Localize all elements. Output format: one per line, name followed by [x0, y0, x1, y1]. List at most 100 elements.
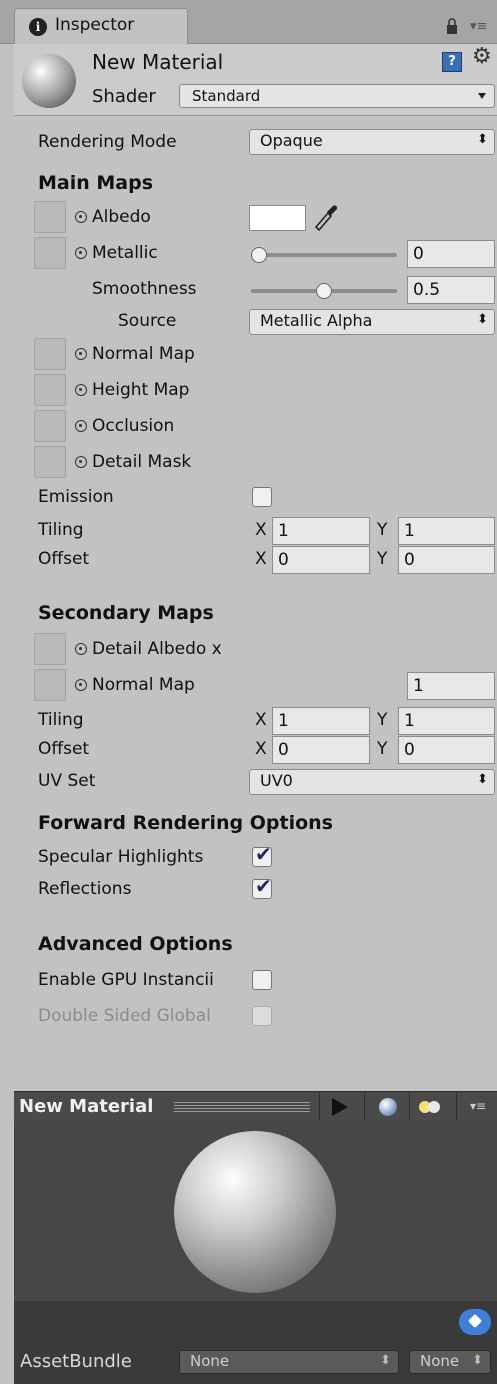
preview-sphere: [174, 1131, 336, 1293]
object-picker-icon[interactable]: [75, 211, 87, 223]
secondary-offset-y-field[interactable]: 0: [398, 736, 495, 764]
material-preview[interactable]: [14, 1121, 497, 1301]
tab-menu-icon[interactable]: ▾≡: [470, 20, 487, 33]
secondary-tiling-label: Tiling: [38, 710, 84, 730]
secondary-normal-map-label: Normal Map: [92, 675, 195, 695]
specular-highlights-checkbox[interactable]: ✔: [252, 844, 272, 867]
offset-y-field[interactable]: 0: [398, 546, 495, 574]
tag-icon[interactable]: [459, 1309, 491, 1335]
object-picker-icon[interactable]: [75, 247, 87, 259]
updown-icon: ⬍: [472, 1353, 483, 1368]
asset-bundle-value: None: [190, 1352, 230, 1370]
secondary-maps-title: Secondary Maps: [38, 602, 214, 624]
lock-icon[interactable]: [446, 17, 458, 35]
object-picker-icon[interactable]: [75, 456, 87, 468]
double-sided-gi-label: Double Sided Global: [38, 1006, 211, 1026]
uv-set-value: UV0: [260, 771, 293, 790]
double-sided-gi-checkbox: [252, 1006, 272, 1026]
smoothness-field[interactable]: 0.5: [407, 276, 495, 304]
smoothness-slider-handle[interactable]: [316, 283, 332, 299]
updown-icon: ⬍: [477, 772, 488, 787]
offset-y-label: Y: [377, 549, 388, 569]
asset-bundle-variant-value: None: [420, 1352, 460, 1370]
material-name: New Material: [92, 50, 224, 74]
asset-bundle-dropdown[interactable]: None ⬍: [179, 1350, 399, 1374]
info-icon: i: [29, 18, 47, 36]
divider: [319, 1092, 320, 1122]
tab-label: Inspector: [55, 15, 135, 35]
chevron-down-icon: [478, 93, 486, 99]
rendering-mode-value: Opaque: [260, 131, 323, 150]
detail-mask-texture-slot[interactable]: [34, 446, 66, 478]
occlusion-texture-slot[interactable]: [34, 410, 66, 442]
offset-x-field[interactable]: 0: [272, 546, 370, 574]
gpu-instancing-checkbox[interactable]: [252, 970, 272, 990]
light-icon[interactable]: [418, 1100, 442, 1114]
shader-value: Standard: [192, 87, 261, 105]
tiling-y-label: Y: [377, 520, 388, 540]
forward-rendering-title: Forward Rendering Options: [38, 812, 333, 834]
metallic-slider-handle[interactable]: [251, 247, 267, 263]
normal-map-texture-slot[interactable]: [34, 338, 66, 370]
shader-label: Shader: [92, 86, 156, 107]
albedo-color-swatch[interactable]: [249, 205, 306, 231]
object-picker-icon[interactable]: [75, 679, 87, 691]
material-thumbnail: [22, 54, 76, 108]
help-icon[interactable]: ?: [442, 52, 462, 72]
material-header: New Material ? ⚙ Shader Standard: [14, 44, 497, 116]
secondary-tiling-y-value: 1: [404, 711, 415, 731]
rendering-mode-dropdown[interactable]: Opaque ⬍: [249, 129, 495, 155]
tab-inspector[interactable]: i Inspector: [14, 8, 188, 44]
updown-icon: ⬍: [477, 132, 488, 147]
preview-menu-icon[interactable]: ▾≡: [470, 1100, 486, 1112]
tiling-x-field[interactable]: 1: [272, 517, 370, 545]
secondary-normal-scale-value: 1: [413, 676, 424, 696]
object-picker-icon[interactable]: [75, 643, 87, 655]
tiling-y-field[interactable]: 1: [398, 517, 495, 545]
source-value: Metallic Alpha: [260, 311, 373, 330]
object-picker-icon[interactable]: [75, 384, 87, 396]
gear-icon[interactable]: ⚙: [472, 46, 492, 68]
height-map-texture-slot[interactable]: [34, 374, 66, 406]
secondary-tiling-x-value: 1: [278, 711, 289, 731]
divider: [364, 1092, 365, 1122]
uv-set-dropdown[interactable]: UV0 ⬍: [249, 769, 495, 795]
eyedropper-icon[interactable]: [312, 203, 338, 231]
height-map-label: Height Map: [92, 380, 190, 400]
tab-bar: i Inspector ▾≡: [0, 0, 497, 44]
divider: [456, 1092, 457, 1122]
tiling-x-label: X: [255, 520, 267, 540]
secondary-offset-label: Offset: [38, 739, 90, 759]
metallic-field[interactable]: 0: [407, 240, 495, 268]
object-picker-icon[interactable]: [75, 420, 87, 432]
metallic-label: Metallic: [92, 243, 158, 263]
secondary-offset-x-field[interactable]: 0: [272, 736, 370, 764]
secondary-offset-x-label: X: [255, 739, 267, 759]
specular-highlights-label: Specular Highlights: [38, 847, 204, 867]
asset-bundle-bar: AssetBundle None ⬍ None ⬍: [14, 1301, 497, 1384]
offset-x-value: 0: [278, 550, 289, 570]
play-icon[interactable]: [332, 1098, 348, 1116]
secondary-tiling-x-label: X: [255, 710, 267, 730]
sphere-icon[interactable]: [379, 1098, 397, 1116]
secondary-normal-map-texture-slot[interactable]: [34, 669, 66, 701]
detail-albedo-texture-slot[interactable]: [34, 633, 66, 665]
source-dropdown[interactable]: Metallic Alpha ⬍: [249, 309, 495, 335]
secondary-tiling-x-field[interactable]: 1: [272, 707, 370, 735]
object-picker-icon[interactable]: [75, 348, 87, 360]
smoothness-label: Smoothness: [92, 279, 197, 299]
emission-checkbox[interactable]: [252, 487, 272, 507]
preview-resize-grip[interactable]: [174, 1102, 310, 1112]
secondary-normal-scale-field[interactable]: 1: [407, 672, 495, 700]
shader-dropdown[interactable]: Standard: [179, 84, 495, 108]
secondary-tiling-y-label: Y: [377, 710, 388, 730]
tiling-label: Tiling: [38, 520, 84, 540]
secondary-tiling-y-field[interactable]: 1: [398, 707, 495, 735]
metallic-texture-slot[interactable]: [34, 237, 66, 269]
preview-title: New Material: [19, 1096, 154, 1117]
metallic-slider-track[interactable]: [251, 253, 397, 257]
reflections-checkbox[interactable]: ✔: [252, 876, 272, 899]
asset-bundle-variant-dropdown[interactable]: None ⬍: [409, 1350, 491, 1374]
detail-albedo-label: Detail Albedo x: [92, 639, 222, 659]
albedo-texture-slot[interactable]: [34, 201, 66, 233]
